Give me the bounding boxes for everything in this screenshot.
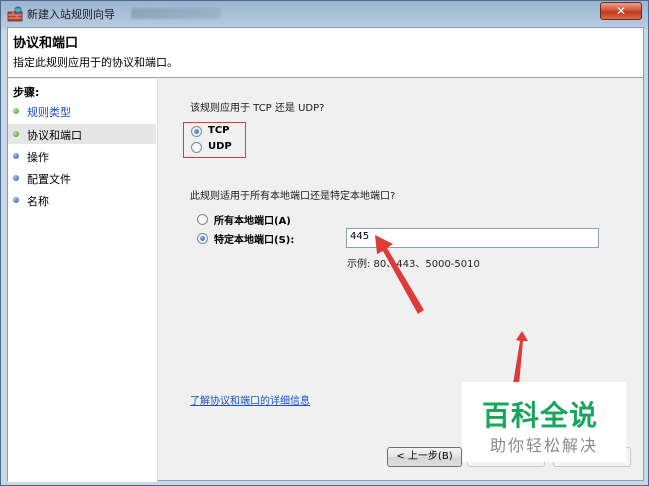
red-arrow-next (513, 331, 528, 385)
wizard-window: 新建入站规则向导 ✕ 协议和端口 指定此规则应用于的协议和端口。 步骤: 规则类… (0, 0, 649, 486)
watermark: 百科全说 助你轻松解决 (462, 382, 626, 462)
watermark-sub: 助你轻松解决 (490, 436, 599, 455)
watermark-main: 百科全说 (482, 399, 599, 432)
red-arrow-port (375, 235, 424, 314)
